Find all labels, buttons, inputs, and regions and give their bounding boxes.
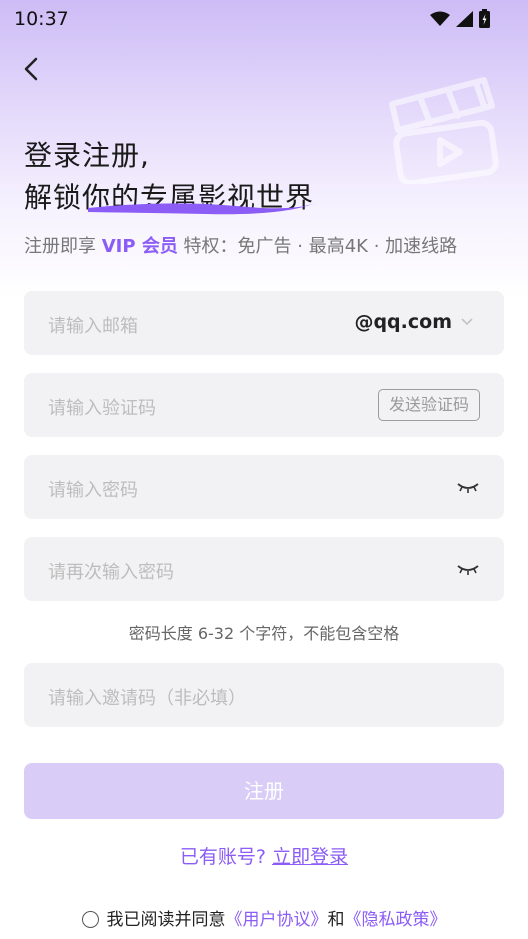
chevron-down-icon	[461, 318, 473, 326]
page-title-line1: 登录注册,	[24, 139, 150, 172]
verification-code-field[interactable]: 请输入验证码 发送验证码	[24, 373, 504, 437]
confirm-password-input[interactable]: 请再次输入密码	[48, 558, 174, 584]
status-bar: 10:37	[0, 0, 528, 36]
verification-code-input[interactable]: 请输入验证码	[48, 394, 156, 420]
eye-closed-icon[interactable]	[456, 477, 480, 497]
password-hint: 密码长度 6-32 个字符，不能包含空格	[128, 624, 400, 643]
email-domain-select[interactable]: @qq.com	[354, 311, 474, 333]
user-agreement-link[interactable]: 《用户协议》	[226, 910, 328, 930]
title-underline-swash	[88, 202, 318, 215]
login-prompt-row: 已有账号? 立即登录	[0, 842, 528, 869]
status-icons	[430, 9, 490, 28]
back-arrow-icon[interactable]	[18, 52, 48, 86]
password-input[interactable]: 请输入密码	[48, 476, 138, 502]
agreement-text: 我已阅读并同意	[106, 910, 226, 930]
status-time: 10:37	[14, 8, 69, 30]
signal-icon	[456, 10, 473, 27]
email-domain-value: @qq.com	[354, 311, 452, 333]
agree-radio[interactable]	[81, 911, 99, 928]
subtitle-suffix: 特权：免广告 · 最高4K · 加速线路	[177, 236, 458, 257]
email-field[interactable]: 请输入邮箱 @qq.com	[24, 291, 504, 355]
benefits-subtitle: 注册即享 VIP 会员 特权：免广告 · 最高4K · 加速线路	[24, 232, 457, 258]
password-field[interactable]: 请输入密码	[24, 455, 504, 519]
agreement-and: 和	[327, 910, 345, 930]
privacy-policy-link[interactable]: 《隐私政策》	[345, 910, 447, 930]
wifi-icon	[430, 11, 450, 26]
film-clapper-icon	[389, 77, 499, 184]
login-prompt: 已有账号?	[179, 846, 267, 868]
agreement-row: 我已阅读并同意《用户协议》和《隐私政策》	[0, 905, 528, 930]
subtitle-prefix: 注册即享	[24, 236, 102, 257]
battery-icon	[479, 9, 490, 28]
email-input[interactable]: 请输入邮箱	[48, 312, 138, 338]
send-code-button[interactable]: 发送验证码	[377, 389, 480, 421]
invite-code-field[interactable]: 请输入邀请码（非必填）	[24, 663, 504, 727]
invite-code-input[interactable]: 请输入邀请码（非必填）	[48, 684, 246, 710]
register-button[interactable]: 注册	[24, 763, 504, 819]
login-link[interactable]: 立即登录	[272, 846, 348, 868]
vip-highlight: VIP 会员	[101, 236, 178, 257]
confirm-password-field[interactable]: 请再次输入密码	[24, 537, 504, 601]
eye-closed-icon[interactable]	[456, 559, 480, 579]
